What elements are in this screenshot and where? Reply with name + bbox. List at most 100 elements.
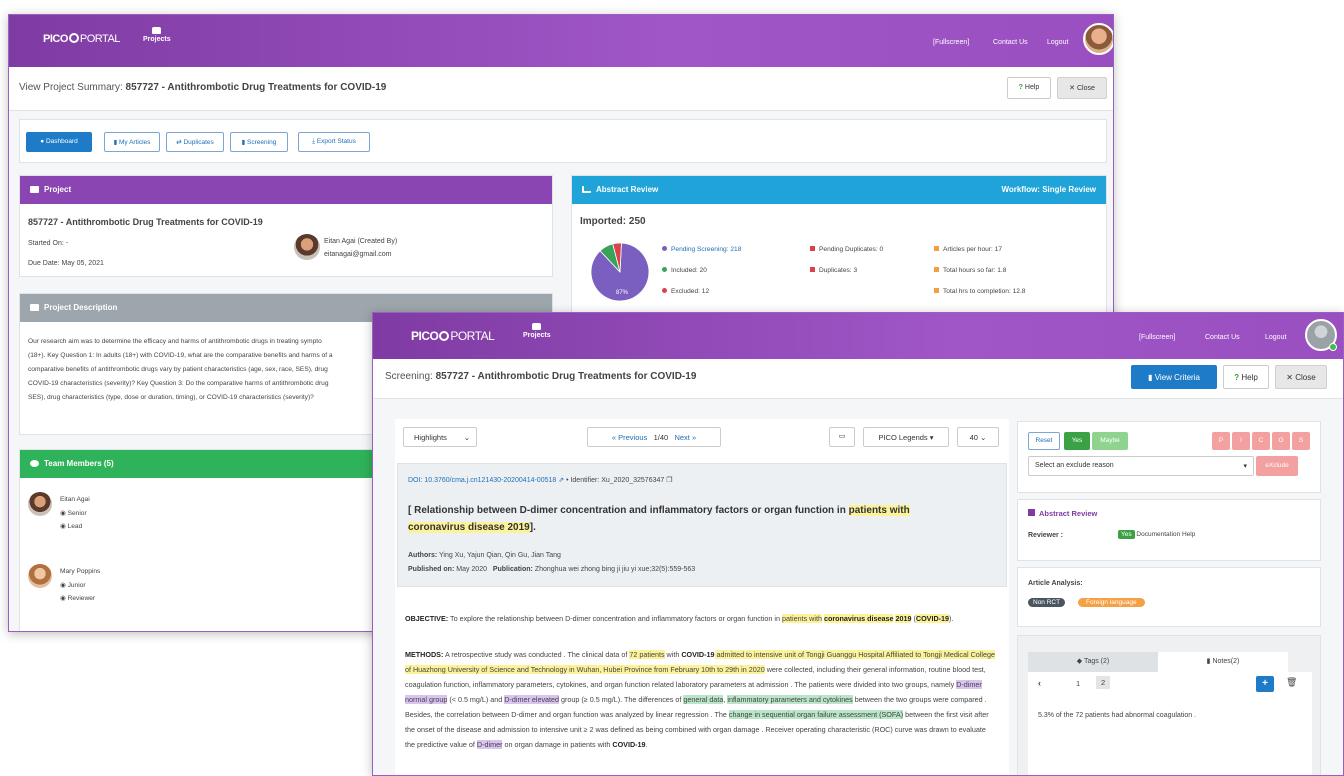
nav-projects[interactable]: Projects xyxy=(523,323,551,339)
exclude-o-button[interactable]: O xyxy=(1272,432,1290,450)
page-size-select[interactable]: 40 ⌄ xyxy=(957,427,999,447)
notes-prev-page[interactable]: ‹ xyxy=(1038,678,1041,688)
legend-pending-duplicates: Pending Duplicates: 0 xyxy=(810,246,883,267)
member-avatar xyxy=(28,492,52,516)
screening-button[interactable]: ▮ Screening xyxy=(230,132,288,152)
nav-contact-us[interactable]: Contact Us xyxy=(993,39,1028,46)
highlights-select[interactable]: Highlights ⌄ xyxy=(403,427,477,447)
help-button[interactable]: ? Help xyxy=(1007,77,1051,99)
article-pager: « Previous 1/40 Next » xyxy=(587,427,721,447)
file-icon: ▮ xyxy=(113,139,118,146)
close-button[interactable]: ✕ Close xyxy=(1057,77,1107,99)
due-date: Due Date: May 05, 2021 xyxy=(28,260,104,267)
description-line: (18+). Key Question 1: In adults (18+) w… xyxy=(28,352,333,359)
help-button[interactable]: ? Help xyxy=(1223,365,1269,389)
legend-col-3: Articles per hour: 17 Total hours so far… xyxy=(934,246,1025,309)
notes-page-2[interactable]: 2 xyxy=(1096,676,1111,689)
screening-pie-chart: 87% xyxy=(590,242,650,302)
exclude-i-button[interactable]: I xyxy=(1232,432,1250,450)
next-button[interactable]: Next » xyxy=(674,433,696,442)
owner-email[interactable]: eitanagai@gmail.com xyxy=(324,251,391,258)
duplicates-button[interactable]: ⇄ Duplicates xyxy=(166,132,224,152)
abstract-review-box: Abstract Review Reviewer : Yes Documenta… xyxy=(1017,499,1321,561)
copy-icon[interactable]: ❐ xyxy=(666,477,672,484)
note-icon: ▮ xyxy=(1206,658,1211,665)
folder-icon xyxy=(30,186,39,193)
exclude-s-button[interactable]: S xyxy=(1292,432,1310,450)
legend-included: Included: 20 xyxy=(662,267,741,288)
delete-note-button[interactable]: 🗑 xyxy=(1286,677,1297,688)
member-role: ◉ Lead xyxy=(60,523,83,530)
reviewer-label: Reviewer : xyxy=(1028,532,1064,539)
project-title: 857727 - Antithrombotic Drug Treatments … xyxy=(28,217,263,227)
abstract-objective: OBJECTIVE: To explore the relationship b… xyxy=(405,614,954,623)
nav-projects[interactable]: Projects xyxy=(143,27,171,43)
screening-title-bar: Screening: 857727 - Antithrombotic Drug … xyxy=(373,359,1343,399)
member-name: Eitan Agai xyxy=(60,496,90,503)
previous-button[interactable]: « Previous xyxy=(612,433,647,442)
export-status-button[interactable]: ⤓ Export Status xyxy=(298,132,370,152)
stat-hours-to-completion: Total hrs to completion: 12.8 xyxy=(934,288,1025,309)
member-level: ◉ Senior xyxy=(60,510,87,517)
article-analysis-box: Article Analysis: Non RCT Foreign langua… xyxy=(1017,567,1321,627)
exclude-reason-select[interactable]: Select an exclude reason ▾ xyxy=(1028,456,1254,476)
swap-icon: ⇄ xyxy=(176,139,182,146)
tags-notes-panel: ◆ Tags (2) ▮ Notes(2) ‹ 1 2 + 🗑 5.3% of … xyxy=(1017,635,1321,775)
trash-icon: 🗑 xyxy=(1286,677,1298,687)
user-avatar[interactable] xyxy=(1083,23,1113,55)
tab-notes[interactable]: ▮ Notes(2) xyxy=(1158,652,1288,672)
yes-button[interactable]: Yes xyxy=(1064,432,1090,450)
add-note-button[interactable]: + xyxy=(1256,676,1274,692)
tag-icon: ◆ xyxy=(1076,658,1083,665)
page-title: View Project Summary: 857727 - Antithrom… xyxy=(19,82,387,93)
external-link-icon[interactable]: ⇗ xyxy=(558,477,564,484)
view-criteria-button[interactable]: ▮ View Criteria xyxy=(1131,365,1217,389)
briefcase-icon xyxy=(532,323,542,330)
reset-button[interactable]: Reset xyxy=(1028,432,1060,450)
article-panel: Highlights ⌄ « Previous 1/40 Next » ▭ PI… xyxy=(395,419,1009,775)
nav-contact-us[interactable]: Contact Us xyxy=(1205,334,1240,341)
pico-legends-dropdown[interactable]: PICO Legends ▾ xyxy=(863,427,949,447)
nav-fullscreen[interactable]: [Fullscreen] xyxy=(1139,334,1175,341)
project-panel: Project 857727 - Antithrombotic Drug Tre… xyxy=(19,175,553,277)
abstract-methods: METHODS: A retrospective study was condu… xyxy=(405,650,995,749)
exclude-p-button[interactable]: P xyxy=(1212,432,1230,450)
project-panel-header: Project xyxy=(20,176,552,204)
maybe-button[interactable]: Maybe xyxy=(1092,432,1128,450)
question-icon: ? xyxy=(1234,373,1240,382)
my-articles-button[interactable]: ▮ My Articles xyxy=(104,132,160,152)
stat-articles-per-hour: Articles per hour: 17 xyxy=(934,246,1025,267)
article-authors: Authors: Ying Xu, Yajun Qian, Qin Gu, Ji… xyxy=(408,552,561,559)
exclude-c-button[interactable]: C xyxy=(1252,432,1270,450)
pico-portal-logo[interactable]: PICO PORTAL xyxy=(43,33,120,45)
workflow-label: Workflow: Single Review xyxy=(1001,185,1096,194)
non-rct-badge: Non RCT xyxy=(1028,598,1066,607)
member-role: ◉ Reviewer xyxy=(60,595,96,602)
exclude-button[interactable]: eXclude xyxy=(1256,456,1298,476)
note-text: 5.3% of the 72 patients had abnormal coa… xyxy=(1038,712,1196,719)
legend-pending-screening: Pending Screening: 218 xyxy=(662,246,741,267)
close-button[interactable]: ✕ Close xyxy=(1275,365,1327,389)
tab-tags[interactable]: ◆ Tags (2) xyxy=(1028,652,1158,672)
plus-icon: + xyxy=(1262,678,1268,689)
notes-page-1[interactable]: 1 xyxy=(1076,679,1080,688)
nav-logout[interactable]: Logout xyxy=(1047,39,1068,46)
pico-portal-logo[interactable]: PICO PORTAL xyxy=(411,329,495,343)
abstract-review-header: Abstract Review Workflow: Single Review xyxy=(572,176,1106,204)
top-navbar: PICO PORTAL Projects [Fullscreen] Contact… xyxy=(373,313,1343,359)
abstract-review-title: Abstract Review xyxy=(1028,509,1097,518)
download-icon: ⤓ xyxy=(312,138,316,145)
member-name: Mary Poppins xyxy=(60,568,101,575)
nav-logout[interactable]: Logout xyxy=(1265,334,1286,341)
legend-col-1: Pending Screening: 218 Included: 20 Excl… xyxy=(662,246,741,309)
imported-count: Imported: 250 xyxy=(580,216,646,227)
keyboard-button[interactable]: ▭ xyxy=(829,427,855,447)
online-status-indicator xyxy=(1329,343,1337,351)
summary-title-bar: View Project Summary: 857727 - Antithrom… xyxy=(9,67,1113,111)
users-icon xyxy=(30,460,39,467)
file-icon xyxy=(1028,509,1035,516)
close-icon: ✕ xyxy=(1286,373,1293,382)
dashboard-button[interactable]: ● Dashboard xyxy=(26,132,92,152)
nav-fullscreen[interactable]: [Fullscreen] xyxy=(933,39,969,46)
reviewer-decision-badge: Yes xyxy=(1118,530,1135,539)
